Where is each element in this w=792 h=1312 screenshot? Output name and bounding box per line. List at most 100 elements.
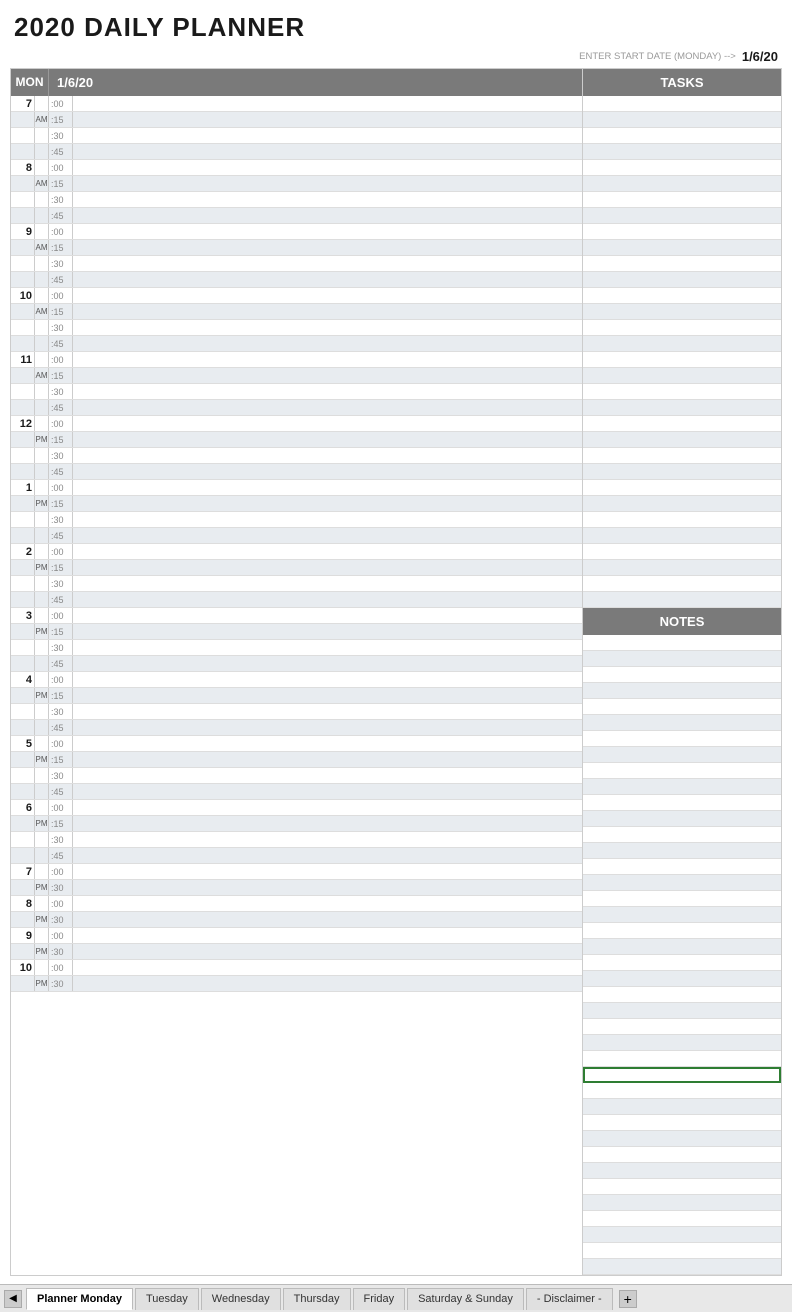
note-row[interactable] — [583, 651, 781, 667]
event-cell[interactable] — [73, 528, 582, 543]
note-row[interactable] — [583, 907, 781, 923]
tab-saturday--sunday[interactable]: Saturday & Sunday — [407, 1288, 524, 1310]
event-cell[interactable] — [73, 832, 582, 847]
task-row[interactable] — [583, 224, 781, 240]
note-row[interactable] — [583, 1195, 781, 1211]
note-row[interactable] — [583, 811, 781, 827]
tab-planner-monday[interactable]: Planner Monday — [26, 1288, 133, 1310]
event-cell[interactable] — [73, 352, 582, 367]
time-row[interactable]: AM:15 — [11, 304, 582, 320]
task-row[interactable] — [583, 592, 781, 608]
event-cell[interactable] — [73, 816, 582, 831]
time-row[interactable]: :45 — [11, 528, 582, 544]
time-row[interactable]: :30 — [11, 704, 582, 720]
time-row[interactable]: :45 — [11, 464, 582, 480]
time-row[interactable]: :45 — [11, 144, 582, 160]
note-row[interactable] — [583, 1035, 781, 1051]
task-row[interactable] — [583, 576, 781, 592]
time-row[interactable]: 12:00 — [11, 416, 582, 432]
note-row[interactable] — [583, 891, 781, 907]
time-row[interactable]: 8:00 — [11, 160, 582, 176]
event-cell[interactable] — [73, 576, 582, 591]
task-row[interactable] — [583, 160, 781, 176]
event-cell[interactable] — [73, 544, 582, 559]
task-row[interactable] — [583, 400, 781, 416]
event-cell[interactable] — [73, 176, 582, 191]
note-row[interactable] — [583, 827, 781, 843]
time-row[interactable]: AM:15 — [11, 112, 582, 128]
event-cell[interactable] — [73, 912, 582, 927]
time-row[interactable]: :30 — [11, 384, 582, 400]
time-row[interactable]: :45 — [11, 656, 582, 672]
note-row[interactable] — [583, 1115, 781, 1131]
event-cell[interactable] — [73, 960, 582, 975]
start-date-value[interactable]: 1/6/20 — [742, 49, 778, 64]
task-row[interactable] — [583, 336, 781, 352]
event-cell[interactable] — [73, 160, 582, 175]
note-row[interactable] — [583, 1211, 781, 1227]
note-row[interactable] — [583, 875, 781, 891]
time-row[interactable]: 9:00 — [11, 928, 582, 944]
event-cell[interactable] — [73, 736, 582, 751]
event-cell[interactable] — [73, 288, 582, 303]
event-cell[interactable] — [73, 768, 582, 783]
time-row[interactable]: :30 — [11, 576, 582, 592]
event-cell[interactable] — [73, 640, 582, 655]
event-cell[interactable] — [73, 592, 582, 607]
note-row[interactable] — [583, 1179, 781, 1195]
note-row[interactable] — [583, 747, 781, 763]
note-row[interactable] — [583, 1099, 781, 1115]
note-row[interactable] — [583, 763, 781, 779]
event-cell[interactable] — [73, 96, 582, 111]
note-row[interactable] — [583, 1227, 781, 1243]
event-cell[interactable] — [73, 112, 582, 127]
task-row[interactable] — [583, 416, 781, 432]
time-row[interactable]: PM:15 — [11, 752, 582, 768]
task-row[interactable] — [583, 112, 781, 128]
event-cell[interactable] — [73, 496, 582, 511]
time-row[interactable]: PM:15 — [11, 624, 582, 640]
note-row[interactable] — [583, 1163, 781, 1179]
task-row[interactable] — [583, 320, 781, 336]
time-row[interactable]: :45 — [11, 592, 582, 608]
tab-friday[interactable]: Friday — [353, 1288, 406, 1310]
event-cell[interactable] — [73, 704, 582, 719]
event-cell[interactable] — [73, 256, 582, 271]
event-cell[interactable] — [73, 480, 582, 495]
event-cell[interactable] — [73, 560, 582, 575]
note-row[interactable] — [583, 923, 781, 939]
note-row[interactable] — [583, 939, 781, 955]
time-row[interactable]: PM:30 — [11, 944, 582, 960]
task-row[interactable] — [583, 528, 781, 544]
note-row[interactable] — [583, 795, 781, 811]
note-row[interactable] — [583, 1243, 781, 1259]
event-cell[interactable] — [73, 976, 582, 991]
event-cell[interactable] — [73, 144, 582, 159]
tab-thursday[interactable]: Thursday — [283, 1288, 351, 1310]
event-cell[interactable] — [73, 672, 582, 687]
task-row[interactable] — [583, 512, 781, 528]
time-row[interactable]: :45 — [11, 272, 582, 288]
time-row[interactable]: PM:15 — [11, 816, 582, 832]
time-row[interactable]: 4:00 — [11, 672, 582, 688]
time-row[interactable]: :30 — [11, 448, 582, 464]
time-row[interactable]: :45 — [11, 848, 582, 864]
event-cell[interactable] — [73, 784, 582, 799]
task-row[interactable] — [583, 560, 781, 576]
tab-add-button[interactable]: + — [619, 1290, 637, 1308]
event-cell[interactable] — [73, 608, 582, 623]
time-row[interactable]: 5:00 — [11, 736, 582, 752]
time-row[interactable]: 3:00 — [11, 608, 582, 624]
time-row[interactable]: :30 — [11, 512, 582, 528]
time-row[interactable]: PM:15 — [11, 560, 582, 576]
task-row[interactable] — [583, 368, 781, 384]
task-row[interactable] — [583, 464, 781, 480]
time-row[interactable]: PM:15 — [11, 432, 582, 448]
note-row[interactable] — [583, 1051, 781, 1067]
tab-nav-prev[interactable]: ◀ — [4, 1290, 22, 1308]
task-row[interactable] — [583, 480, 781, 496]
event-cell[interactable] — [73, 432, 582, 447]
event-cell[interactable] — [73, 944, 582, 959]
task-row[interactable] — [583, 176, 781, 192]
tab-tuesday[interactable]: Tuesday — [135, 1288, 199, 1310]
